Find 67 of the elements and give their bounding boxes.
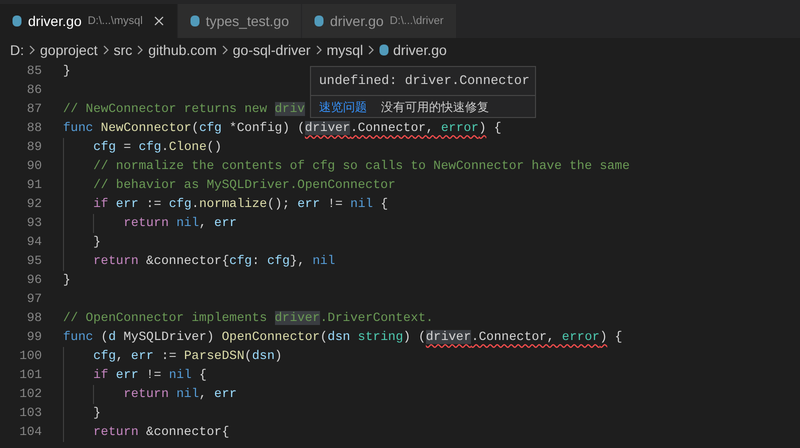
file-icon — [190, 15, 200, 27]
line-number: 101 — [18, 367, 42, 384]
line-number: 99 — [26, 329, 42, 346]
line-number: 89 — [26, 139, 42, 156]
code-line: if err := cfg.normalize(); err != nil { — [93, 196, 388, 214]
hover-message: undefined: driver.Connector — [318, 72, 531, 90]
chevron-icon — [220, 45, 229, 55]
breadcrumb-item[interactable]: driver.go — [393, 40, 447, 60]
code-line: cfg = cfg.Clone() — [93, 139, 222, 156]
breadcrumb-item[interactable]: go-sql-driver — [232, 40, 311, 60]
tab-description: D:\...\mysql — [88, 14, 143, 29]
code-line: func NewConnector(cfg *Config) (driver.Connector, error) { — [63, 120, 502, 138]
line-number: 103 — [18, 405, 42, 422]
breadcrumb-item[interactable]: src — [114, 40, 132, 60]
chevron-icon — [102, 45, 110, 55]
code-line: return &connector{ — [93, 424, 230, 442]
editor-tab[interactable]: driver.go D:\...\driver — [302, 4, 456, 38]
code-line: // OpenConnector implements driver.DriverContext. — [63, 310, 434, 328]
line-number: 86 — [26, 82, 42, 100]
code-line: // NewConnector returns new driv — [63, 101, 305, 118]
chevron-icon — [314, 45, 323, 55]
line-number: 85 — [26, 63, 42, 80]
breadcrumb-item[interactable]: goproject — [40, 40, 98, 60]
line-number: 88 — [26, 120, 42, 138]
breadcrumb-item[interactable]: github.com — [148, 40, 217, 60]
line-number: 96 — [26, 272, 42, 290]
code-line: return &connector{cfg: cfg}, nil — [93, 253, 336, 270]
line-number: 90 — [26, 158, 42, 176]
code-line: } — [93, 234, 101, 252]
file-icon — [314, 15, 324, 27]
line-number: 97 — [26, 291, 42, 308]
code-line: } — [63, 272, 71, 290]
line-number: 91 — [26, 177, 42, 194]
breadcrumb-item[interactable]: mysql — [326, 40, 364, 60]
line-number: 92 — [26, 196, 42, 214]
code-line: } — [93, 405, 101, 422]
tab-label: driver.go — [330, 12, 384, 31]
quick-fix-note: 没有可用的快速修复 — [381, 98, 489, 116]
chevron-icon — [136, 45, 144, 55]
peek-problem-link[interactable]: 速览问题 — [319, 98, 367, 116]
code-line: return nil, err — [123, 386, 237, 404]
editor-tab[interactable]: types_test.go — [178, 4, 302, 38]
file-icon — [12, 15, 22, 27]
editor-tab[interactable]: driver.go D:\...\mysql — [0, 4, 178, 38]
code-line: return nil, err — [123, 215, 237, 232]
code-line: func (d MySQLDriver) OpenConnector(dsn string) (driver.Connector, error) { — [63, 329, 622, 346]
file-icon — [379, 44, 390, 56]
close-icon[interactable] — [152, 15, 165, 27]
tab-label: driver.go — [28, 12, 82, 31]
line-number: 94 — [26, 234, 42, 252]
code-line: if err != nil { — [93, 367, 207, 384]
line-number: 95 — [26, 253, 42, 270]
chevron-icon — [28, 45, 36, 55]
line-number: 104 — [18, 424, 42, 442]
line-number: 100 — [18, 348, 42, 366]
tab-description: D:\...\driver — [390, 14, 444, 29]
line-number: 98 — [26, 310, 42, 328]
line-number: 93 — [26, 215, 42, 232]
breadcrumb-item[interactable]: D: — [10, 40, 24, 60]
code-line: } — [63, 63, 71, 80]
code-line: // behavior as MySQLDriver.OpenConnector — [93, 177, 396, 194]
line-number: 102 — [18, 386, 42, 404]
code-line: // normalize the contents of cfg so calls to NewConnector have the same — [93, 158, 630, 176]
tab-label: types_test.go — [206, 12, 289, 31]
chevron-icon — [367, 45, 376, 55]
code-line: cfg, err := ParseDSN(dsn) — [93, 348, 282, 366]
line-number: 87 — [26, 101, 42, 118]
